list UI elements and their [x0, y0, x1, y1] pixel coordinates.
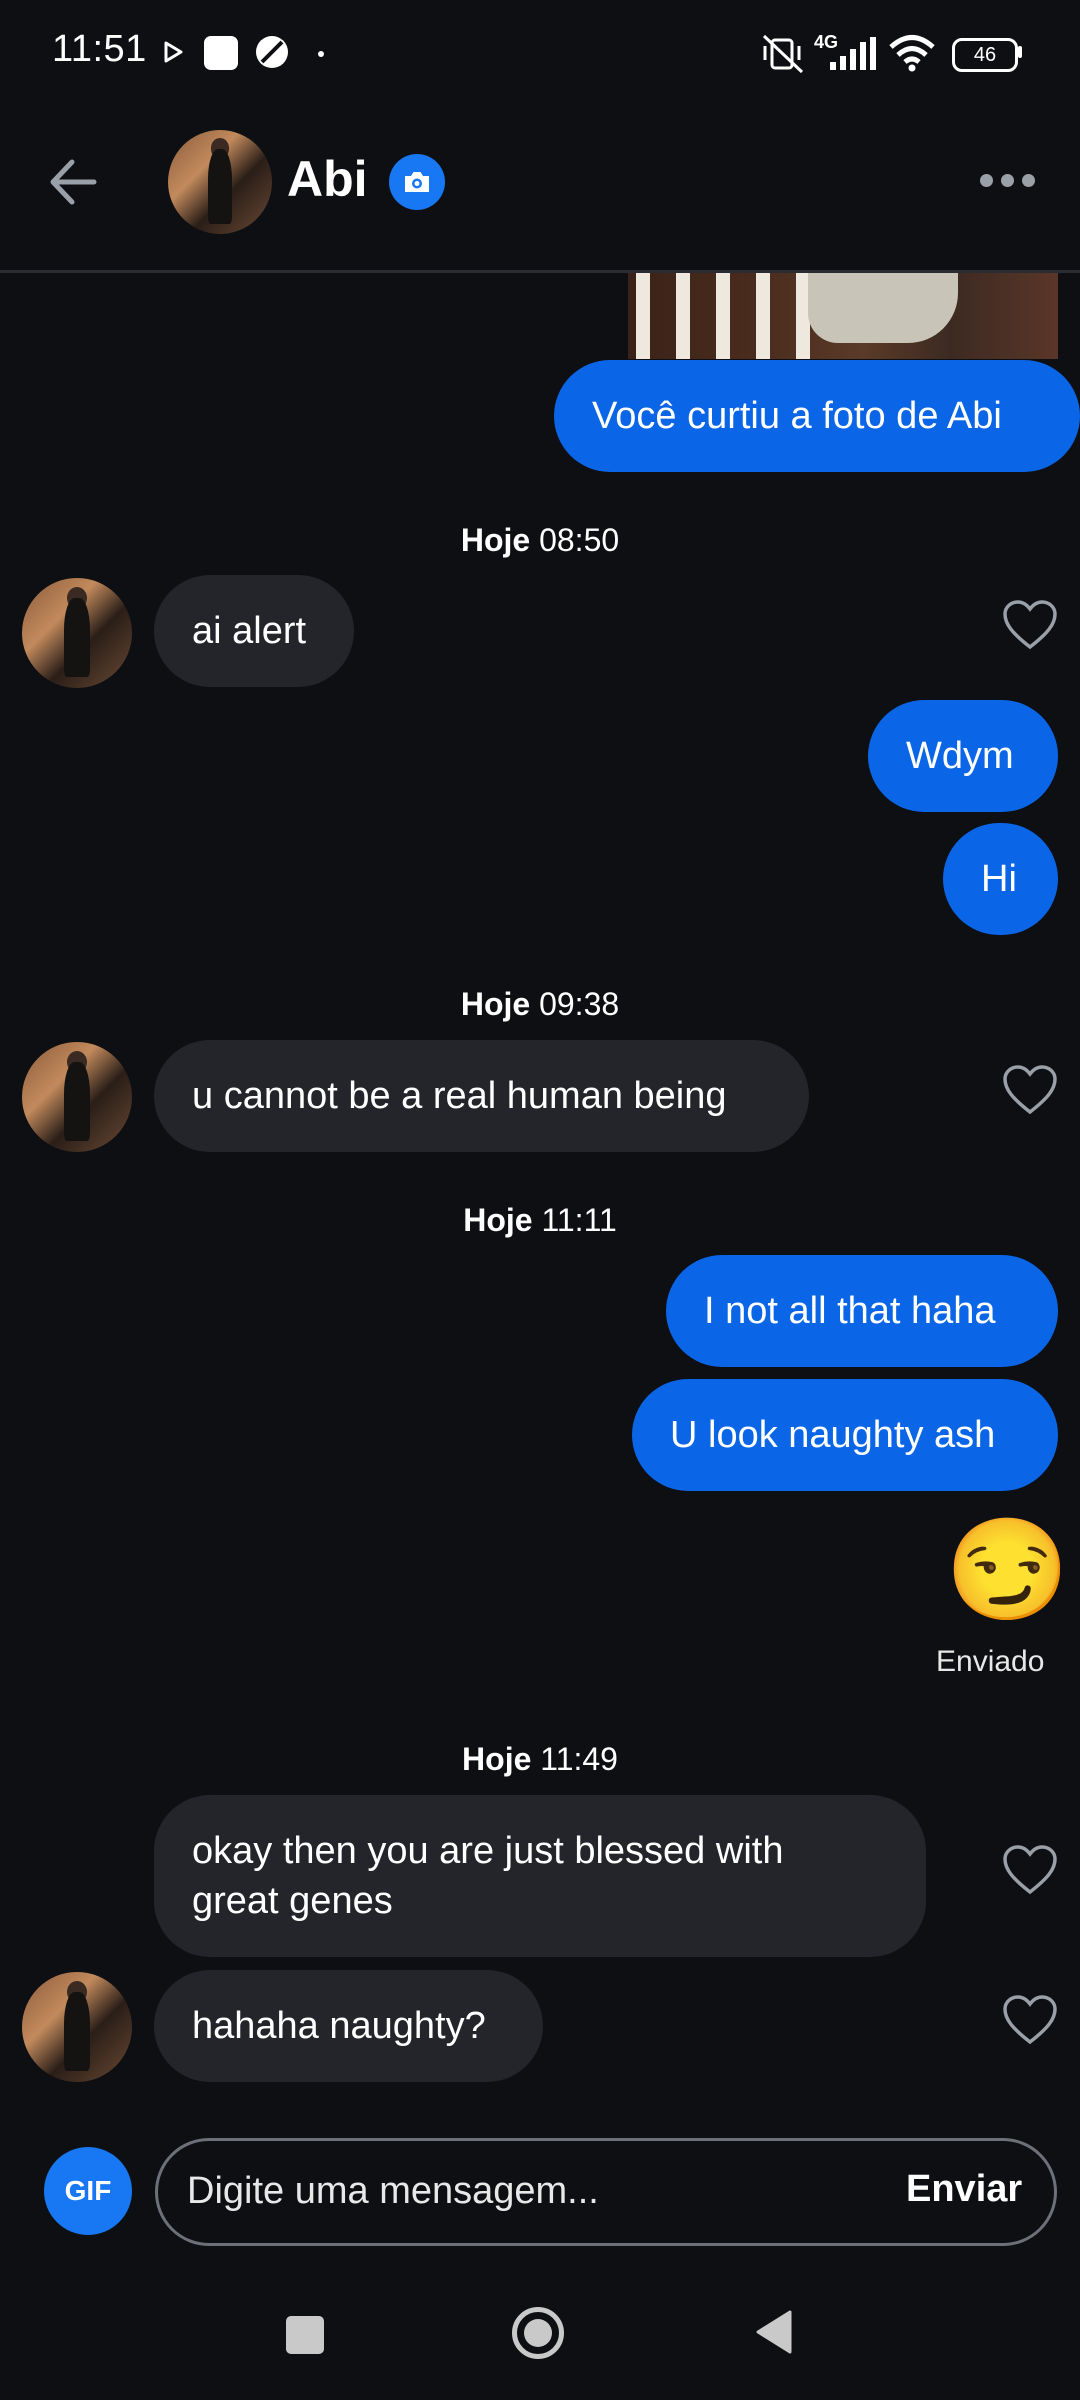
received-message[interactable]: okay then you are just blessed with grea… — [154, 1795, 926, 1957]
heart-icon[interactable] — [1002, 1844, 1058, 1896]
send-button[interactable]: Enviar — [906, 2168, 1022, 2211]
emoji-message[interactable]: 😏 — [945, 1520, 1070, 1620]
recents-nav-icon[interactable] — [286, 2316, 324, 2354]
timestamp: Hoje 11:11 — [463, 1202, 617, 1238]
heart-icon[interactable] — [1002, 599, 1058, 651]
sent-message[interactable]: Você curtiu a foto de Abi — [554, 360, 1080, 472]
battery-icon: 46 — [952, 38, 1018, 72]
sent-message[interactable]: I not all that haha — [666, 1255, 1058, 1367]
sender-avatar[interactable] — [22, 1042, 132, 1152]
sent-message[interactable]: Hi — [943, 823, 1058, 935]
message-input-placeholder[interactable]: Digite uma mensagem... — [187, 2170, 599, 2213]
shared-photo[interactable] — [628, 273, 1058, 359]
header-avatar[interactable] — [168, 130, 272, 234]
dot-icon — [318, 51, 324, 57]
battery-tip — [1018, 46, 1022, 58]
heart-icon[interactable] — [1002, 1064, 1058, 1116]
more-icon[interactable] — [980, 174, 1035, 187]
app-notification-icon — [204, 36, 238, 70]
received-message[interactable]: ai alert — [154, 575, 354, 687]
wifi-icon — [889, 35, 935, 72]
sent-status: Enviado — [936, 1645, 1045, 1678]
signal-icon — [830, 37, 876, 70]
chat-title[interactable]: Abi — [287, 150, 368, 208]
sender-avatar[interactable] — [22, 1972, 132, 2082]
heart-icon[interactable] — [1002, 1994, 1058, 2046]
circle-slash-icon — [256, 36, 288, 68]
sender-avatar[interactable] — [22, 578, 132, 688]
received-message[interactable]: hahaha naughty? — [154, 1970, 543, 2082]
play-icon — [164, 41, 183, 63]
sent-message[interactable]: Wdym — [868, 700, 1058, 812]
timestamp: Hoje 11:49 — [462, 1741, 618, 1777]
gif-button[interactable]: GIF — [44, 2147, 132, 2235]
timestamp: Hoje 08:50 — [460, 522, 620, 558]
received-message[interactable]: u cannot be a real human being — [154, 1040, 809, 1152]
back-arrow-icon[interactable] — [48, 152, 98, 212]
home-nav-dot — [524, 2319, 552, 2347]
back-nav-icon[interactable] — [752, 2308, 794, 2356]
camera-icon[interactable] — [389, 154, 445, 210]
sent-message[interactable]: U look naughty ash — [632, 1379, 1058, 1491]
timestamp: Hoje 09:38 — [460, 986, 620, 1022]
status-time: 11:51 — [52, 28, 147, 70]
vibrate-off-icon — [762, 34, 804, 74]
